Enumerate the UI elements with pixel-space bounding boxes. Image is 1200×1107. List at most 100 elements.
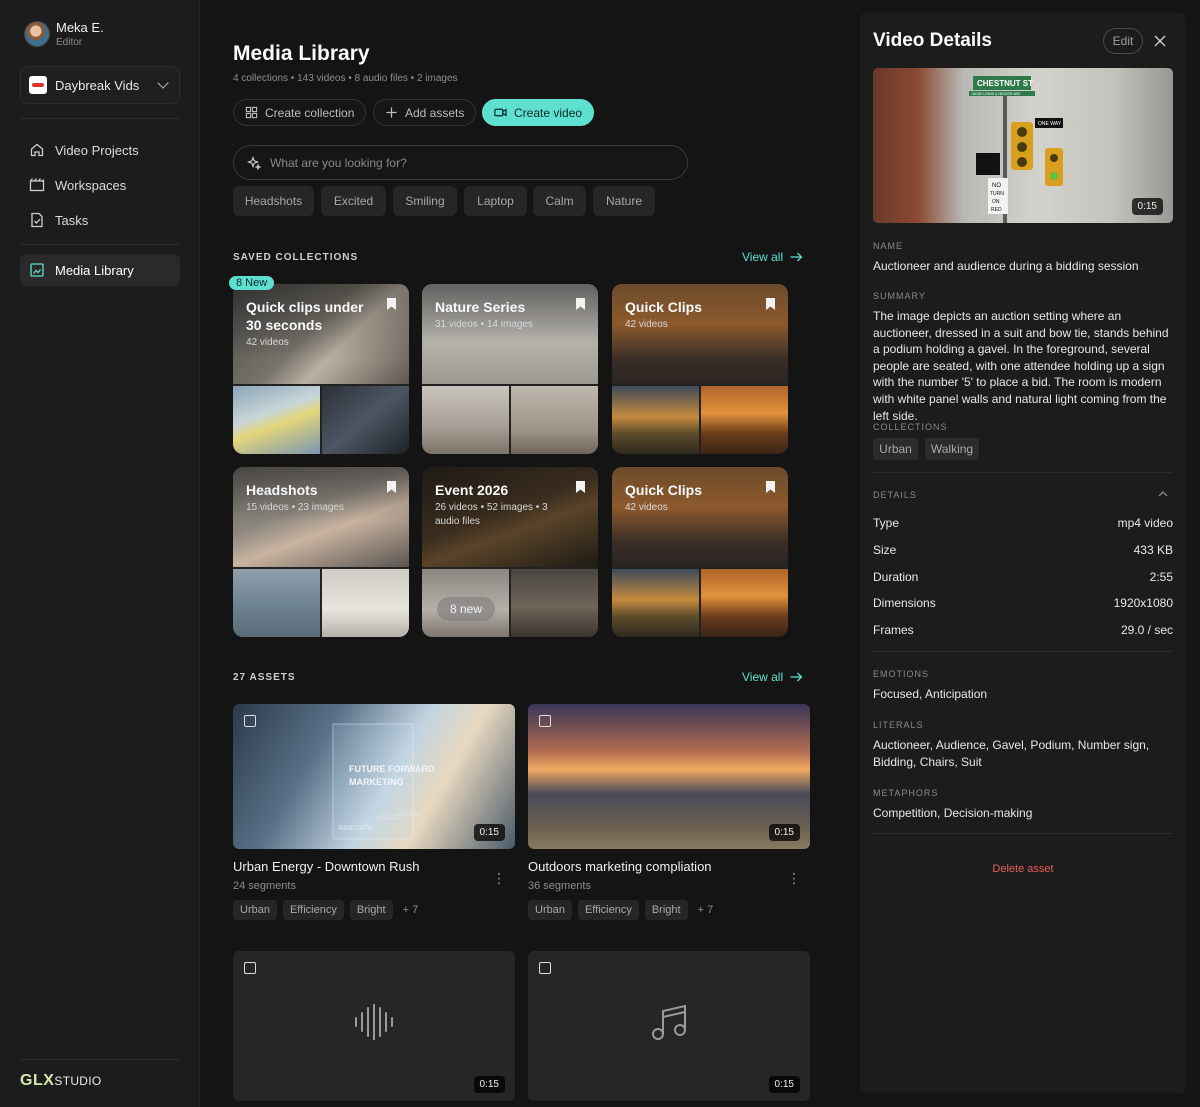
more-tags-count[interactable]: + 7 <box>698 904 714 916</box>
more-tags-count[interactable]: + 7 <box>403 904 419 916</box>
sidebar-item-workspaces[interactable]: Workspaces <box>20 169 180 201</box>
filter-chip-excited[interactable]: Excited <box>321 186 386 216</box>
panel-divider <box>873 833 1173 834</box>
music-asset-tile[interactable]: 0:15 <box>528 951 810 1101</box>
search-input[interactable]: What are you looking for? <box>233 145 688 180</box>
svg-text:ON: ON <box>992 199 1000 205</box>
svg-text:CREATE: CREATE <box>377 816 401 822</box>
duration-badge: 0:15 <box>768 824 800 841</box>
detail-row-dimensions: Dimensions 1920x1080 <box>873 596 1173 610</box>
sidebar-divider <box>20 118 180 119</box>
collection-card[interactable]: Headshots 15 videos • 23 images <box>233 467 409 637</box>
delete-asset-button[interactable]: Delete asset <box>860 863 1186 875</box>
bookmark-icon[interactable] <box>575 480 586 494</box>
close-icon[interactable] <box>1153 34 1167 48</box>
avatar[interactable] <box>24 21 50 47</box>
image-icon <box>28 261 46 279</box>
collection-tag[interactable]: Urban <box>873 438 918 460</box>
collection-tag[interactable]: Walking <box>925 438 979 460</box>
sidebar-item-media-library[interactable]: Media Library <box>20 254 180 286</box>
asset-tag[interactable]: Bright <box>644 900 688 920</box>
filter-chip-headshots[interactable]: Headshots <box>233 186 314 216</box>
asset-tag[interactable]: Bright <box>349 900 393 920</box>
asset-thumbnail[interactable]: 0:15 <box>528 704 810 849</box>
home-icon <box>28 141 46 159</box>
task-icon <box>28 211 46 229</box>
asset-card[interactable]: 0:15 Outdoors marketing compliation 36 s… <box>528 704 810 920</box>
workspace-name: Daybreak Vids <box>55 77 140 93</box>
collection-card[interactable]: Quick Clips 42 videos <box>612 467 788 637</box>
collection-thumb-image <box>322 569 409 637</box>
collection-card[interactable]: 8 new Event 2026 26 videos • 52 images •… <box>422 467 598 637</box>
collection-title: Quick Clips <box>625 299 703 315</box>
bookmark-icon[interactable] <box>765 480 776 494</box>
view-all-collections-link[interactable]: View all <box>742 250 803 264</box>
bookmark-icon[interactable] <box>765 297 776 311</box>
asset-checkbox[interactable] <box>539 715 551 727</box>
collection-meta: 15 videos • 23 images <box>246 502 345 513</box>
asset-tag[interactable]: Efficiency <box>282 900 344 920</box>
asset-checkbox[interactable] <box>244 962 256 974</box>
filter-chip-calm[interactable]: Calm <box>533 186 586 216</box>
svg-text:INNOVATE: INNOVATE <box>338 825 373 832</box>
bookmark-icon[interactable] <box>386 297 397 311</box>
svg-text:TURN: TURN <box>990 191 1004 197</box>
collection-thumb-image <box>422 386 509 454</box>
asset-segments: 36 segments <box>528 880 591 892</box>
collection-thumb-image: 8 new <box>422 569 509 637</box>
video-preview-image[interactable]: CHESTNUT ST JUDGE LEWIS & HECKER WAY ONE… <box>873 68 1173 223</box>
sidebar-item-video-projects[interactable]: Video Projects <box>20 134 180 166</box>
asset-tag[interactable]: Urban <box>528 900 572 920</box>
user-profile[interactable]: Meka E. Editor <box>24 20 104 48</box>
filter-chip-laptop[interactable]: Laptop <box>464 186 527 216</box>
sparkle-icon <box>247 155 261 170</box>
brand-logo: GLXSTUDIO <box>20 1072 102 1089</box>
sidebar-item-label: Media Library <box>55 262 134 278</box>
video-details-panel: Video Details Edit CHESTNUT ST JUDGE LEW… <box>860 13 1186 1093</box>
filter-chip-smiling[interactable]: Smiling <box>393 186 457 216</box>
asset-checkbox[interactable] <box>539 962 551 974</box>
collection-thumb-image <box>701 386 788 454</box>
video-camera-icon <box>494 108 507 117</box>
asset-checkbox[interactable] <box>244 715 256 727</box>
collection-card[interactable]: Nature Series 31 videos • 14 images <box>422 284 598 454</box>
chevron-down-icon <box>157 77 169 89</box>
bookmark-icon[interactable] <box>575 297 586 311</box>
workspace-select[interactable]: Daybreak Vids <box>20 66 180 104</box>
chevron-up-icon[interactable] <box>1157 490 1169 498</box>
view-all-assets-link[interactable]: View all <box>742 670 803 684</box>
page-subtitle: 4 collections • 143 videos • 8 audio fil… <box>233 73 458 84</box>
new-count-badge: 8 new <box>437 597 495 621</box>
audio-asset-tile[interactable]: 0:15 <box>233 951 515 1101</box>
emotions-value: Focused, Anticipation <box>873 687 988 701</box>
svg-text:ONE WAY: ONE WAY <box>1038 121 1062 127</box>
arrow-right-icon <box>790 252 803 262</box>
asset-tag[interactable]: Urban <box>233 900 277 920</box>
add-assets-button[interactable]: Add assets <box>373 99 477 126</box>
collection-card[interactable]: 8 New Quick clips under 30 seconds 42 vi… <box>229 276 409 454</box>
create-video-button[interactable]: Create video <box>482 99 595 126</box>
svg-text:CHESTNUT ST: CHESTNUT ST <box>977 79 1033 88</box>
collection-card[interactable]: Quick Clips 42 videos <box>612 284 788 454</box>
metaphors-value: Competition, Decision-making <box>873 806 1033 820</box>
saved-collections-heading: SAVED COLLECTIONS <box>233 252 359 263</box>
filter-chip-nature[interactable]: Nature <box>593 186 655 216</box>
sidebar-item-label: Video Projects <box>55 142 139 158</box>
asset-tag[interactable]: Efficiency <box>577 900 639 920</box>
sidebar-divider <box>20 244 180 245</box>
literals-label: LITERALS <box>873 720 924 730</box>
sidebar-item-tasks[interactable]: Tasks <box>20 204 180 236</box>
summary-label: SUMMARY <box>873 291 926 301</box>
edit-button[interactable]: Edit <box>1103 28 1143 54</box>
asset-title: Outdoors marketing compliation <box>528 859 712 874</box>
emotions-label: EMOTIONS <box>873 669 930 679</box>
asset-thumbnail[interactable]: FUTURE FORWARD MARKETING INNOVATE CREATE… <box>233 704 515 849</box>
asset-card[interactable]: FUTURE FORWARD MARKETING INNOVATE CREATE… <box>233 704 515 920</box>
svg-text:NO: NO <box>992 183 1001 189</box>
collection-title: Quick clips under 30 seconds <box>246 299 364 333</box>
create-collection-button[interactable]: Create collection <box>233 99 367 126</box>
bookmark-icon[interactable] <box>386 480 397 494</box>
hologram-overlay: FUTURE FORWARD MARKETING INNOVATE CREATE… <box>332 723 435 840</box>
more-options-icon[interactable]: ⋮ <box>787 870 801 887</box>
more-options-icon[interactable]: ⋮ <box>492 870 506 887</box>
